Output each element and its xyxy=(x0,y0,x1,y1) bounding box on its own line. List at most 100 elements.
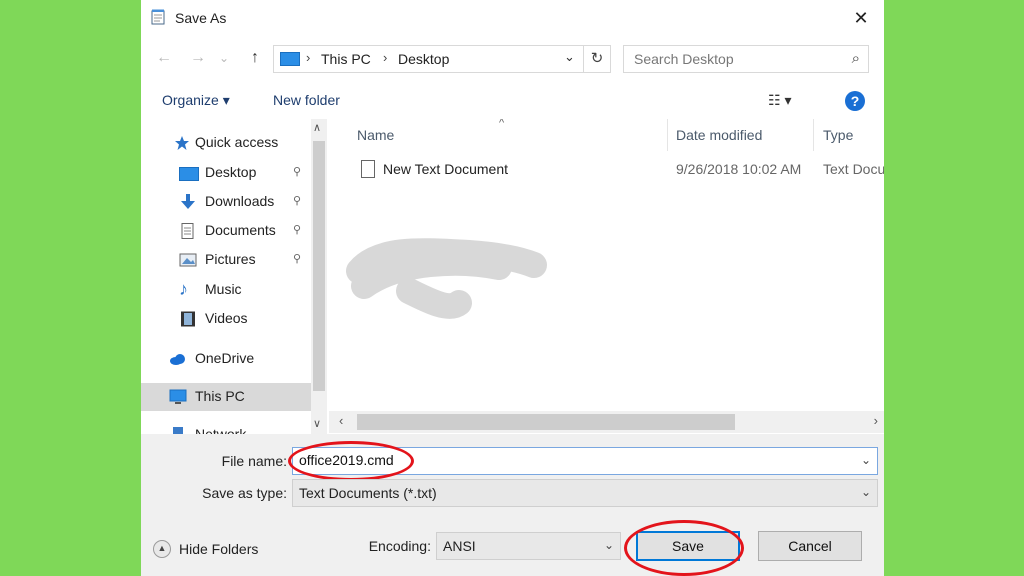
chevron-down-icon[interactable]: ⌄ xyxy=(604,538,614,552)
sidebar-item-videos[interactable]: Videos xyxy=(141,305,311,333)
hide-folders-label[interactable]: Hide Folders xyxy=(179,541,258,557)
organize-menu[interactable]: Organize ▾ xyxy=(162,92,230,109)
sidebar-item-quick-access[interactable]: Quick access xyxy=(141,129,311,157)
column-divider[interactable] xyxy=(813,119,814,151)
scroll-up-icon[interactable]: ∧ xyxy=(313,121,321,134)
arrow-right-icon[interactable]: → xyxy=(190,49,206,66)
command-toolbar: Organize ▾ New folder ☷ ▾ ? xyxy=(141,84,884,118)
arrow-left-icon[interactable]: ← xyxy=(156,49,172,66)
file-date: 9/26/2018 10:02 AM xyxy=(676,161,802,177)
pin-icon[interactable]: ⚲ xyxy=(293,165,301,178)
chevron-down-icon[interactable]: ⌄ xyxy=(861,453,871,467)
sidebar-item-downloads[interactable]: Downloads ⚲ xyxy=(141,188,311,216)
sort-ascending-icon: ^ xyxy=(499,119,505,129)
breadcrumb-separator-icon[interactable]: › xyxy=(306,50,310,65)
help-icon[interactable]: ? xyxy=(845,91,865,111)
sidebar-item-label: OneDrive xyxy=(195,350,255,366)
chevron-down-icon[interactable]: ⌄ xyxy=(219,51,229,65)
chevron-down-icon[interactable]: ⌄ xyxy=(861,485,871,499)
sidebar-item-label: Downloads xyxy=(205,193,275,209)
encoding-label: Encoding: xyxy=(368,538,431,554)
sidebar-item-label: Pictures xyxy=(205,251,256,267)
pin-icon[interactable]: ⚲ xyxy=(293,252,301,265)
computer-icon xyxy=(169,389,187,404)
sidebar-item-onedrive[interactable]: OneDrive xyxy=(141,345,311,373)
file-list-scrollbar[interactable]: ‹ › xyxy=(329,411,884,433)
window-title: Save As xyxy=(175,10,227,26)
new-folder-button[interactable]: New folder xyxy=(273,92,340,108)
redaction-scribble xyxy=(346,238,547,319)
computer-icon xyxy=(280,52,300,66)
sidebar-item-label: Network xyxy=(195,426,247,434)
filename-label: File name: xyxy=(221,453,287,469)
column-divider[interactable] xyxy=(667,119,668,151)
sidebar-item-this-pc[interactable]: This PC xyxy=(141,383,311,411)
save-options-panel: File name: ⌄ Save as type: Text Document… xyxy=(141,434,884,576)
sidebar-item-label: Desktop xyxy=(205,164,257,180)
sidebar-item-label: Documents xyxy=(205,222,276,238)
star-icon xyxy=(175,136,189,150)
scroll-down-icon[interactable]: ∨ xyxy=(313,417,321,430)
notepad-icon xyxy=(151,9,165,25)
sidebar-item-label: Music xyxy=(205,281,242,297)
breadcrumb-separator-icon[interactable]: › xyxy=(383,50,387,65)
column-header-name[interactable]: Name xyxy=(357,127,394,143)
documents-icon xyxy=(181,223,194,239)
file-name[interactable]: New Text Document xyxy=(383,161,508,177)
save-as-type-select[interactable]: Text Documents (*.txt) ⌄ xyxy=(292,479,878,507)
pin-icon[interactable]: ⚲ xyxy=(293,194,301,207)
sidebar-item-label: Videos xyxy=(205,310,248,326)
sidebar-item-desktop[interactable]: Desktop ⚲ xyxy=(141,159,311,187)
navigation-scrollbar[interactable]: ∧ ∨ xyxy=(311,119,327,434)
back-button[interactable]: ← xyxy=(153,47,175,69)
arrow-up-icon[interactable]: ↑ xyxy=(251,49,259,66)
up-button[interactable]: ↑ xyxy=(244,47,266,69)
breadcrumb-desktop[interactable]: Desktop xyxy=(398,51,449,67)
column-header-type[interactable]: Type xyxy=(823,127,853,143)
scroll-right-icon[interactable]: › xyxy=(874,413,878,428)
videos-icon xyxy=(181,311,195,327)
encoding-value[interactable]: ANSI xyxy=(443,538,476,554)
sidebar-item-label: This PC xyxy=(195,388,245,404)
highlight-ring xyxy=(624,520,744,576)
sidebar-item-pictures[interactable]: Pictures ⚲ xyxy=(141,246,311,274)
encoding-select[interactable]: ANSI ⌄ xyxy=(436,532,621,560)
file-row[interactable]: New Text Document 9/26/2018 10:02 AM Tex… xyxy=(329,157,884,183)
cloud-icon xyxy=(170,354,185,365)
desktop-icon xyxy=(179,167,199,181)
save-as-type-value[interactable]: Text Documents (*.txt) xyxy=(299,485,437,501)
sidebar-item-documents[interactable]: Documents ⚲ xyxy=(141,217,311,245)
close-icon[interactable]: ✕ xyxy=(853,8,868,28)
scroll-left-icon[interactable]: ‹ xyxy=(339,413,343,428)
search-input[interactable]: Search Desktop xyxy=(634,51,734,67)
recent-locations-button[interactable]: ⌄ xyxy=(217,47,231,69)
download-icon xyxy=(181,194,195,209)
network-icon xyxy=(173,427,183,434)
refresh-icon[interactable]: ↻ xyxy=(583,46,610,72)
pin-icon[interactable]: ⚲ xyxy=(293,223,301,236)
cancel-button[interactable]: Cancel xyxy=(758,531,862,561)
close-button[interactable]: ✕ xyxy=(846,6,876,30)
view-options-icon[interactable]: ☷ ▾ xyxy=(768,92,791,109)
music-icon: ♪ xyxy=(179,279,188,299)
sidebar-item-label: Quick access xyxy=(195,134,279,150)
address-bar[interactable]: › This PC › Desktop ⌄ ↻ xyxy=(273,45,611,73)
highlight-ring xyxy=(288,441,414,481)
navigation-pane: Quick access Desktop ⚲ Downloads ⚲ Docum… xyxy=(141,119,327,434)
title-bar: Save As ✕ xyxy=(141,0,884,36)
pictures-icon xyxy=(179,253,197,267)
breadcrumb-this-pc[interactable]: This PC xyxy=(321,51,371,67)
search-icon[interactable]: ⌕ xyxy=(852,50,860,67)
scrollbar-thumb[interactable] xyxy=(313,141,325,391)
file-type: Text Document xyxy=(823,161,884,177)
sidebar-item-music[interactable]: ♪ Music xyxy=(141,276,311,304)
chevron-down-icon[interactable]: ⌄ xyxy=(564,49,575,65)
forward-button[interactable]: → xyxy=(187,47,209,69)
save-as-type-label: Save as type: xyxy=(202,485,287,501)
sidebar-item-network[interactable]: Network xyxy=(141,421,311,434)
save-as-dialog: Save As ✕ ← → ⌄ ↑ › This PC › Desktop ⌄ … xyxy=(141,0,884,576)
column-header-date-modified[interactable]: Date modified xyxy=(676,127,762,143)
scrollbar-thumb[interactable] xyxy=(357,414,735,430)
chevron-up-icon[interactable]: ▲ xyxy=(153,540,171,558)
search-box[interactable]: Search Desktop ⌕ xyxy=(623,45,869,73)
